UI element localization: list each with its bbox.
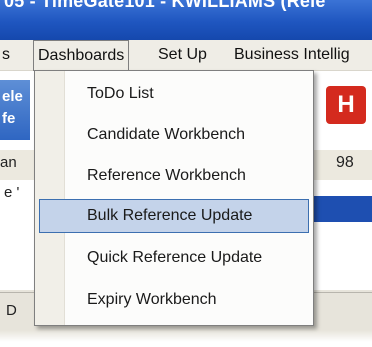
menu-item-bulk-reference-update[interactable]: Bulk Reference Update	[39, 199, 309, 233]
menu-item-quick-reference-update[interactable]: Quick Reference Update	[39, 241, 309, 275]
menu-item-todo-list[interactable]: ToDo List	[39, 77, 309, 111]
background-text-left: an	[0, 154, 17, 171]
menu-set-up[interactable]: Set Up	[158, 40, 207, 70]
menu-item-candidate-workbench[interactable]: Candidate Workbench	[39, 118, 309, 152]
menu-item-label: Expiry Workbench	[87, 291, 217, 308]
menu-item-reference-workbench[interactable]: Reference Workbench	[39, 159, 309, 193]
menu-item-expiry-workbench[interactable]: Expiry Workbench	[39, 283, 309, 317]
dashboards-dropdown-menu: ToDo List Candidate Workbench Reference …	[34, 70, 314, 326]
menu-business-intelligence[interactable]: Business Intellig	[234, 40, 350, 70]
torn-edge-fade	[0, 330, 372, 347]
menu-item-label: Candidate Workbench	[87, 126, 246, 143]
background-bottom-tab[interactable]: D	[6, 302, 17, 319]
menu-item-label: Quick Reference Update	[87, 249, 263, 266]
background-text-right: 98	[336, 154, 354, 171]
menu-item-label: ToDo List	[87, 85, 154, 102]
red-badge-text: H	[337, 91, 355, 118]
menu-item-label: Reference Workbench	[87, 167, 246, 184]
menu-item-label: Bulk Reference Update	[87, 207, 253, 224]
menu-item-partial[interactable]: s	[2, 40, 10, 70]
background-banner-text: ele fe	[2, 88, 23, 127]
menu-bar: s Dashboards Set Up Business Intellig	[0, 40, 372, 71]
menu-dashboards[interactable]: Dashboards	[33, 40, 130, 71]
background-banner: ele fe	[0, 80, 30, 140]
background-text-left-2: e '	[4, 184, 20, 201]
screenshot: 05 - TimeGate101 - KWILLIAMS (Rele s Das…	[0, 0, 372, 347]
title-bar: 05 - TimeGate101 - KWILLIAMS (Rele	[0, 0, 372, 40]
window-title: 05 - TimeGate101 - KWILLIAMS (Rele	[4, 0, 326, 11]
red-badge: H	[326, 86, 366, 124]
